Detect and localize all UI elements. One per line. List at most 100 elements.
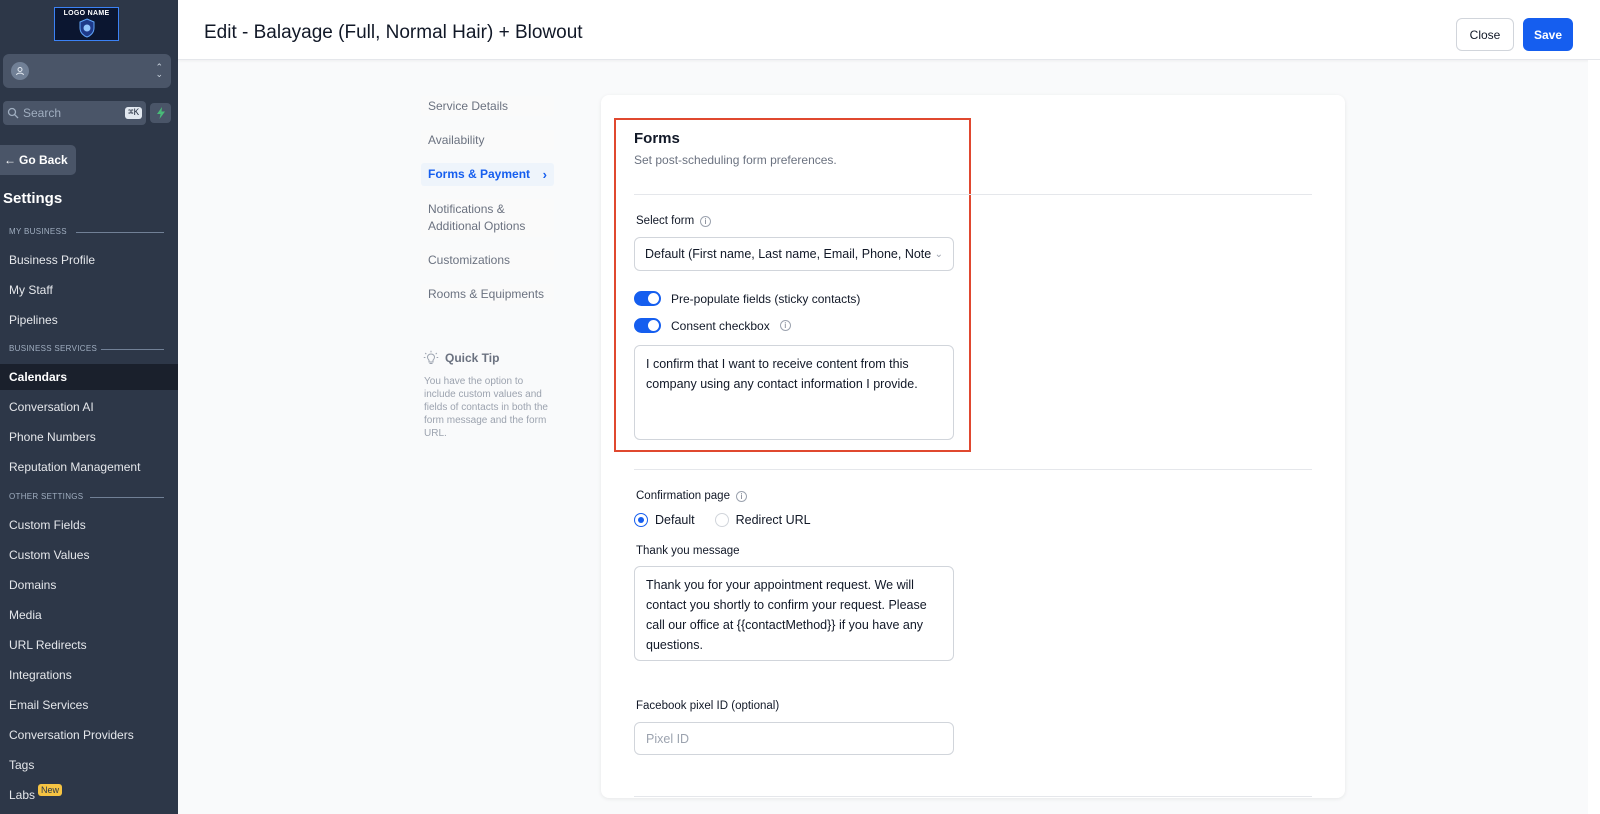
sidebar-item-custom-values[interactable]: Custom Values [0, 542, 178, 568]
company-logo[interactable]: LOGO NAME [54, 7, 119, 41]
sidebar-item-pipelines[interactable]: Pipelines [0, 307, 178, 333]
prepopulate-toggle[interactable] [634, 291, 661, 306]
subnav-item-forms-payment[interactable]: Forms & Payment › [421, 163, 554, 186]
sidebar-item-label: Labs [9, 788, 36, 802]
subnav-label: Notifications & Additional Options [428, 202, 526, 233]
quick-tip-title: Quick Tip [445, 351, 500, 365]
sidebar-item-media[interactable]: Media [0, 602, 178, 628]
section-divider [101, 349, 164, 350]
section-label-text: BUSINESS SERVICES [9, 344, 98, 353]
sidebar-item-labs[interactable]: Labs New [0, 782, 178, 808]
settings-title: Settings [3, 190, 63, 207]
thank-you-text-area[interactable]: Thank you for your appointment request. … [634, 566, 954, 661]
section-divider [634, 796, 1312, 797]
subnav-label: Customizations [428, 252, 511, 267]
shield-logo-icon [79, 18, 94, 38]
account-switcher[interactable]: ⌃ ⌄ [3, 54, 171, 88]
user-icon [11, 62, 29, 80]
quick-actions-button[interactable] [150, 103, 171, 123]
chevron-down-icon: ⌄ [934, 248, 943, 260]
sidebar: LOGO NAME ⌃ ⌄ Search ⌘K ← Go Back Setting… [0, 0, 178, 814]
save-button[interactable]: Save [1523, 18, 1573, 51]
lightning-icon [156, 107, 165, 119]
confirmation-radio-group: Default Redirect URL [634, 513, 811, 527]
select-form-dropdown[interactable]: Default (First name, Last name, Email, P… [634, 237, 954, 271]
sidebar-item-tags[interactable]: Tags [0, 752, 178, 778]
sidebar-item-integrations[interactable]: Integrations [0, 662, 178, 688]
prepopulate-label: Pre-populate fields (sticky contacts) [671, 291, 861, 306]
sidebar-item-url-redirects[interactable]: URL Redirects [0, 632, 178, 658]
subnav-label: Forms & Payment [428, 167, 531, 181]
quick-tip-heading: Quick Tip [423, 350, 499, 366]
pixel-id-label: Facebook pixel ID (optional) [636, 700, 779, 712]
section-label-text: OTHER SETTINGS [9, 492, 84, 501]
search-shortcut: ⌘K [125, 107, 142, 119]
arrow-left-icon: ← [4, 153, 16, 167]
new-badge: New [38, 784, 63, 796]
logo-text: LOGO NAME [63, 10, 110, 17]
search-input[interactable]: Search ⌘K [3, 101, 146, 125]
sidebar-item-conversation-providers[interactable]: Conversation Providers [0, 722, 178, 748]
section-divider [634, 469, 1312, 470]
field-label-text: Thank you message [636, 545, 740, 557]
consent-text-area[interactable]: I confirm that I want to receive content… [634, 345, 954, 440]
select-form-label: Select form i [636, 215, 712, 227]
sidebar-item-phone-numbers[interactable]: Phone Numbers [0, 424, 178, 450]
consent-toggle[interactable] [634, 318, 661, 333]
scrollbar-track[interactable] [1588, 60, 1600, 814]
page-title: Edit - Balayage (Full, Normal Hair) + Bl… [204, 22, 583, 43]
sidebar-item-reputation-management[interactable]: Reputation Management [0, 454, 178, 480]
sidebar-item-business-profile[interactable]: Business Profile [0, 247, 178, 273]
section-label-text: MY BUSINESS [9, 227, 67, 236]
field-label-text: Facebook pixel ID (optional) [636, 700, 780, 712]
info-icon[interactable]: i [700, 215, 712, 227]
section-label-business-services: BUSINESS SERVICES [9, 344, 164, 353]
pixel-id-input[interactable] [634, 722, 954, 755]
lightbulb-icon [423, 350, 439, 364]
radio-redirect-url[interactable] [714, 513, 729, 527]
radio-default-label: Default [655, 513, 695, 527]
search-placeholder: Search [23, 106, 62, 120]
sidebar-item-conversation-ai[interactable]: Conversation AI [0, 394, 178, 420]
confirmation-page-label: Confirmation page i [636, 490, 747, 502]
subnav-label: Availability [428, 132, 485, 147]
forms-section-subtitle: Set post-scheduling form preferences. [634, 153, 837, 167]
subnav-item-customizations[interactable]: Customizations [421, 250, 554, 270]
go-back-label: Go Back [19, 153, 68, 167]
subnav-item-availability[interactable]: Availability [421, 130, 554, 150]
subnav-label: Rooms & Equipments [428, 286, 545, 301]
sidebar-item-custom-fields[interactable]: Custom Fields [0, 512, 178, 538]
consent-label: Consent checkbox [671, 318, 770, 333]
field-label-text: Confirmation page [636, 490, 730, 502]
section-divider [90, 497, 164, 498]
radio-redirect-url-label: Redirect URL [735, 513, 811, 527]
forms-section-title: Forms [634, 130, 680, 147]
subnav-item-rooms-equipments[interactable]: Rooms & Equipments [421, 284, 554, 304]
sidebar-item-calendars[interactable]: Calendars [0, 364, 178, 390]
sidebar-item-my-staff[interactable]: My Staff [0, 277, 178, 303]
section-divider [76, 232, 164, 233]
sidebar-item-domains[interactable]: Domains [0, 572, 178, 598]
thank-you-label: Thank you message [636, 545, 740, 557]
info-icon[interactable]: i [779, 320, 791, 331]
radio-default[interactable] [634, 513, 648, 527]
info-icon[interactable]: i [735, 490, 747, 502]
subnav-item-service-details[interactable]: Service Details [421, 96, 554, 116]
consent-row: Consent checkbox i [634, 318, 791, 333]
section-label-other-settings: OTHER SETTINGS [9, 492, 164, 501]
quick-tip-body: You have the option to include custom va… [424, 376, 548, 439]
subnav-label: Service Details [428, 98, 509, 113]
select-form-value: Default (First name, Last name, Email, P… [645, 247, 932, 261]
chevron-right-icon: › [542, 167, 547, 182]
chevron-updown-icon: ⌃ ⌄ [155, 62, 163, 79]
sidebar-item-email-services[interactable]: Email Services [0, 692, 178, 718]
subnav-item-notifications[interactable]: Notifications & Additional Options [421, 199, 554, 237]
go-back-button[interactable]: ← Go Back [0, 145, 76, 175]
field-label-text: Select form [636, 215, 695, 227]
page-header: Edit - Balayage (Full, Normal Hair) + Bl… [178, 0, 1600, 60]
section-divider [634, 194, 1312, 195]
search-icon [7, 107, 19, 119]
prepopulate-row: Pre-populate fields (sticky contacts) [634, 291, 860, 306]
section-label-my-business: MY BUSINESS [9, 227, 164, 236]
close-button[interactable]: Close [1456, 18, 1514, 51]
